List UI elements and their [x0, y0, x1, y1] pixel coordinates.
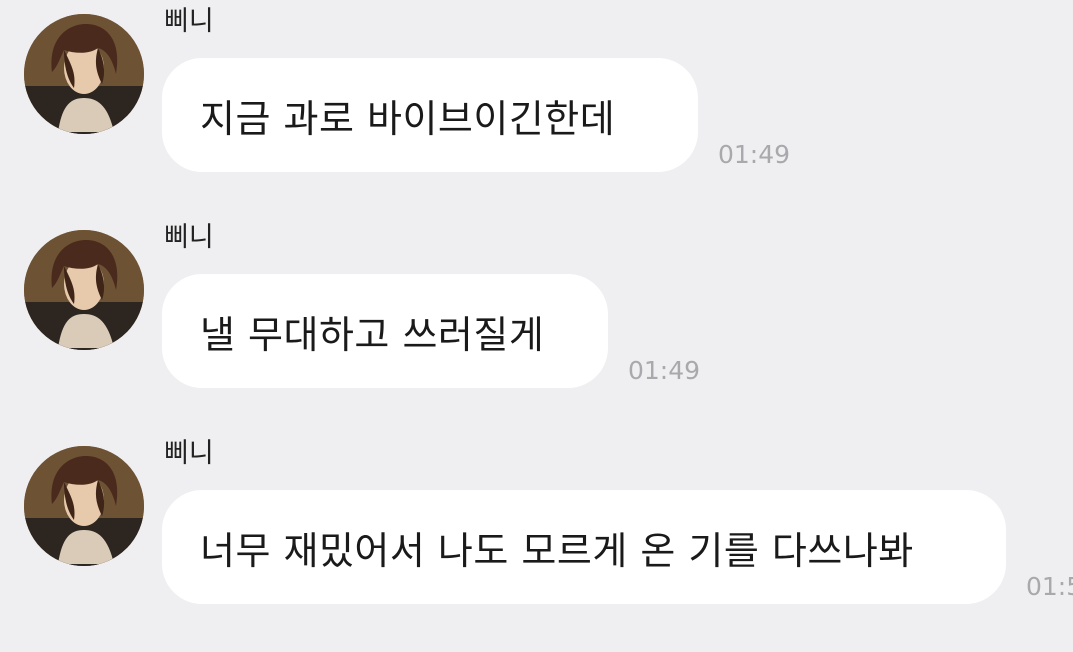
profile-photo-icon: [24, 230, 144, 350]
avatar[interactable]: [24, 446, 144, 566]
message-timestamp: 01:49: [628, 356, 701, 385]
message-text: 지금 과로 바이브이긴한데: [200, 96, 616, 141]
message-row: 삐니 낼 무대하고 쓰러질게 01:49: [0, 216, 1073, 432]
profile-photo-icon: [24, 14, 144, 134]
sender-name: 삐니: [164, 222, 214, 253]
message-timestamp: 01:49: [718, 140, 791, 169]
message-row: 삐니 너무 재밌어서 나도 모르게 온 기를 다쓰나봐 01:5: [0, 432, 1073, 648]
message-bubble[interactable]: 너무 재밌어서 나도 모르게 온 기를 다쓰나봐: [162, 490, 1006, 604]
sender-name: 삐니: [164, 438, 214, 469]
message-text: 낼 무대하고 쓰러질게: [200, 312, 545, 357]
message-bubble[interactable]: 낼 무대하고 쓰러질게: [162, 274, 608, 388]
avatar[interactable]: [24, 14, 144, 134]
profile-photo-icon: [24, 446, 144, 566]
message-row: 삐니 지금 과로 바이브이긴한데 01:49: [0, 0, 1073, 216]
message-text: 너무 재밌어서 나도 모르게 온 기를 다쓰나봐: [200, 528, 914, 573]
message-timestamp: 01:5: [1026, 572, 1073, 601]
avatar[interactable]: [24, 230, 144, 350]
chat-thread: 삐니 지금 과로 바이브이긴한데 01:49 삐니 낼 무대하고 쓰러질게 01…: [0, 0, 1073, 652]
sender-name: 삐니: [164, 6, 214, 37]
message-bubble[interactable]: 지금 과로 바이브이긴한데: [162, 58, 698, 172]
